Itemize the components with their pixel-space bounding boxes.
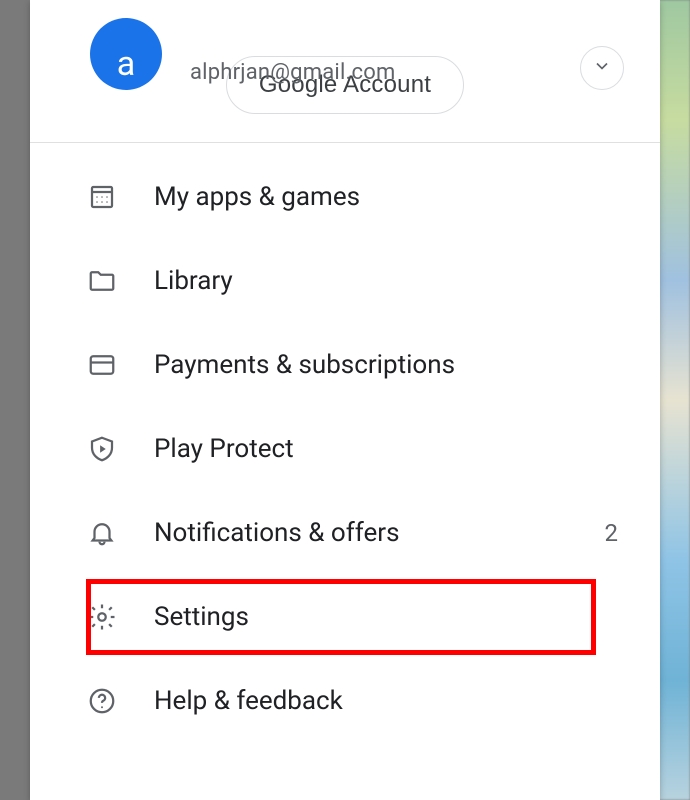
menu-item-settings[interactable]: Settings [30, 575, 660, 659]
menu-item-notifications[interactable]: Notifications & offers 2 [30, 491, 660, 575]
apps-icon [86, 181, 118, 213]
menu-item-payments[interactable]: Payments & subscriptions [30, 323, 660, 407]
account-switcher-button[interactable] [580, 46, 624, 90]
menu-item-library[interactable]: Library [30, 239, 660, 323]
menu-item-label: Help & feedback [154, 686, 624, 716]
shield-icon [86, 433, 118, 465]
menu-item-my-apps[interactable]: My apps & games [30, 155, 660, 239]
avatar-initial: a [117, 44, 136, 84]
notifications-badge: 2 [605, 519, 619, 547]
gear-icon [86, 601, 118, 633]
menu-item-label: Notifications & offers [154, 518, 569, 548]
help-icon [86, 685, 118, 717]
menu-item-play-protect[interactable]: Play Protect [30, 407, 660, 491]
menu-item-label: Payments & subscriptions [154, 350, 624, 380]
bell-icon [86, 517, 118, 549]
menu-item-label: Library [154, 266, 624, 296]
account-header: a alphrjan@gmail.com Google Account [30, 56, 660, 142]
chevron-down-icon [592, 56, 612, 80]
avatar[interactable]: a [90, 18, 162, 90]
folder-icon [86, 265, 118, 297]
menu-item-label: Play Protect [154, 434, 624, 464]
account-sheet: a alphrjan@gmail.com Google Account My a… [30, 0, 660, 800]
menu-item-label: Settings [154, 602, 624, 632]
menu-item-label: My apps & games [154, 182, 624, 212]
menu-item-help[interactable]: Help & feedback [30, 659, 660, 743]
account-email: alphrjan@gmail.com [190, 60, 395, 85]
menu-list: My apps & games Library Payments & subsc… [30, 143, 660, 743]
card-icon [86, 349, 118, 381]
